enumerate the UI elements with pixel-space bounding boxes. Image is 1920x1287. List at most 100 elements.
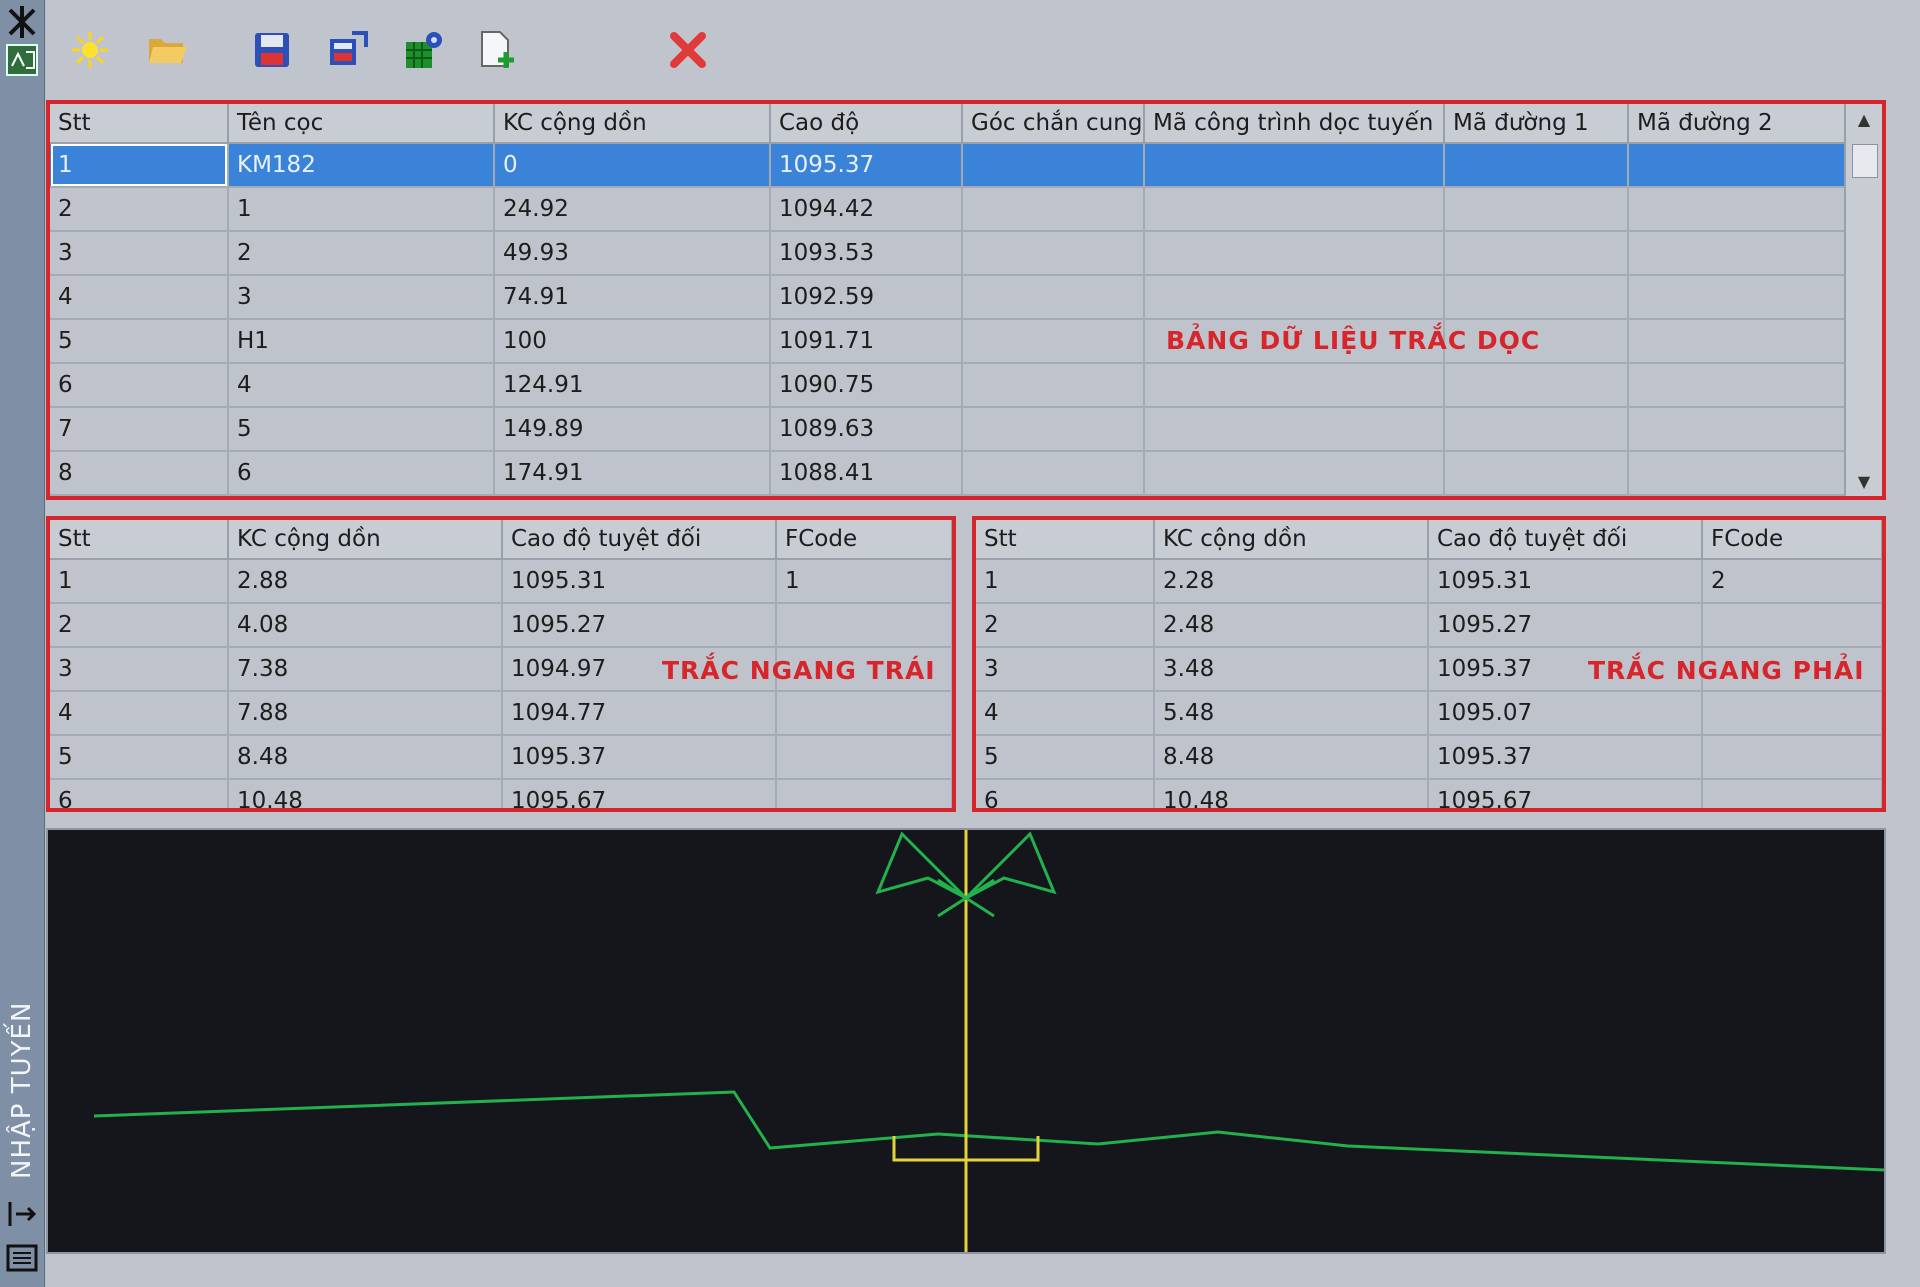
table-cell[interactable] (776, 603, 952, 648)
table-cell[interactable]: 74.91 (494, 275, 771, 320)
table-cell[interactable] (1144, 275, 1445, 320)
left-cross-table-header-3[interactable]: FCode (776, 520, 952, 560)
table-cell[interactable] (1628, 319, 1847, 364)
right-cross-table-header-3[interactable]: FCode (1702, 520, 1882, 560)
table-cell[interactable] (776, 691, 952, 736)
table-cell[interactable]: 1092.59 (770, 275, 963, 320)
table-cell[interactable] (962, 143, 1145, 188)
table-cell[interactable]: 3 (50, 231, 229, 276)
table-row[interactable]: 2 4.08 1095.27 (50, 603, 952, 648)
table-cell[interactable] (1444, 451, 1629, 496)
scroll-thumb[interactable] (1852, 144, 1878, 178)
table-cell[interactable] (1628, 143, 1847, 188)
table-row[interactable]: 5 8.48 1095.37 (976, 735, 1882, 780)
table-cell[interactable]: 7 (50, 407, 229, 452)
app-icon[interactable] (4, 42, 40, 78)
table-cell[interactable]: 6 (50, 779, 229, 808)
table-cell[interactable]: 0 (494, 143, 771, 188)
table-cell[interactable]: 4 (50, 691, 229, 736)
table-row[interactable]: 1 KM182 0 1095.37 (50, 143, 1847, 188)
table-cell[interactable] (962, 231, 1145, 276)
table-cell[interactable]: 5 (50, 735, 229, 780)
table-cell[interactable]: 3 (228, 275, 495, 320)
table-row[interactable]: 2 1 24.92 1094.42 (50, 187, 1847, 232)
profile-table-header-5[interactable]: Mã công trình dọc tuyến (1144, 104, 1445, 144)
table-row[interactable]: 6 10.48 1095.67 (50, 779, 952, 808)
table-cell[interactable]: 1095.67 (502, 779, 777, 808)
table-cell[interactable]: 124.91 (494, 363, 771, 408)
table-cell[interactable]: 1090.75 (770, 363, 963, 408)
table-cell[interactable]: 4 (228, 363, 495, 408)
table-cell[interactable] (1144, 363, 1445, 408)
table-cell[interactable]: 8.48 (228, 735, 503, 780)
table-cell[interactable] (776, 779, 952, 808)
table-cell[interactable]: 5.48 (1154, 691, 1429, 736)
pin-icon[interactable] (4, 4, 40, 40)
table-cell[interactable] (1702, 603, 1882, 648)
table-row[interactable]: 1 2.88 1095.31 1 (50, 559, 952, 604)
table-cell[interactable] (1628, 275, 1847, 320)
table-cell[interactable]: 1095.37 (770, 143, 963, 188)
table-cell[interactable] (962, 319, 1145, 364)
table-cell[interactable]: 24.92 (494, 187, 771, 232)
table-cell[interactable]: 1 (50, 559, 229, 604)
table-cell[interactable]: 1094.42 (770, 187, 963, 232)
table-row[interactable]: 2 2.48 1095.27 (976, 603, 1882, 648)
table-row[interactable]: 6 10.48 1095.67 (976, 779, 1882, 808)
table-row[interactable]: 1 2.28 1095.31 2 (976, 559, 1882, 604)
table-cell[interactable]: 100 (494, 319, 771, 364)
profile-scrollbar[interactable]: ▲ ▼ (1844, 104, 1882, 496)
table-row[interactable]: 5 H1 100 1091.71 (50, 319, 1847, 364)
table-cell[interactable] (1444, 407, 1629, 452)
table-cell[interactable]: 1095.37 (1428, 735, 1703, 780)
table-cell[interactable] (1702, 735, 1882, 780)
table-cell[interactable] (1444, 143, 1629, 188)
table-cell[interactable]: 2.28 (1154, 559, 1429, 604)
table-cell[interactable]: H1 (228, 319, 495, 364)
table-cell[interactable]: 1095.07 (1428, 691, 1703, 736)
save-button[interactable] (248, 26, 296, 74)
table-row[interactable]: 4 5.48 1095.07 (976, 691, 1882, 736)
table-cell[interactable] (1144, 187, 1445, 232)
table-row[interactable]: 8 6 174.91 1088.41 (50, 451, 1847, 496)
table-cell[interactable]: 7.88 (228, 691, 503, 736)
table-cell[interactable]: 2 (228, 231, 495, 276)
table-cell[interactable]: 2 (1702, 559, 1882, 604)
table-cell[interactable]: 2.48 (1154, 603, 1429, 648)
table-cell[interactable]: 8.48 (1154, 735, 1429, 780)
scroll-down-icon[interactable]: ▼ (1846, 466, 1882, 496)
table-cell[interactable]: 6 (228, 451, 495, 496)
new-button[interactable] (66, 26, 114, 74)
table-cell[interactable] (1144, 231, 1445, 276)
table-cell[interactable]: 1093.53 (770, 231, 963, 276)
right-cross-table-header-0[interactable]: Stt (976, 520, 1155, 560)
table-cell[interactable]: KM182 (228, 143, 495, 188)
table-cell[interactable] (1144, 143, 1445, 188)
table-cell[interactable]: 3 (50, 647, 229, 692)
table-cell[interactable]: 1 (976, 559, 1155, 604)
right-cross-table-header-2[interactable]: Cao độ tuyệt đối (1428, 520, 1703, 560)
table-cell[interactable]: 6 (976, 779, 1155, 808)
table-cell[interactable]: 1095.31 (502, 559, 777, 604)
table-cell[interactable]: 1 (776, 559, 952, 604)
table-cell[interactable]: 4 (976, 691, 1155, 736)
table-cell[interactable] (962, 187, 1145, 232)
profile-table-header-0[interactable]: Stt (50, 104, 229, 144)
table-cell[interactable] (1702, 691, 1882, 736)
delete-button[interactable] (664, 26, 712, 74)
table-row[interactable]: 6 4 124.91 1090.75 (50, 363, 1847, 408)
expand-icon[interactable] (4, 1196, 40, 1232)
table-cell[interactable]: 2.88 (228, 559, 503, 604)
table-cell[interactable] (776, 735, 952, 780)
table-cell[interactable] (1628, 407, 1847, 452)
table-cell[interactable] (962, 451, 1145, 496)
table-cell[interactable]: 1089.63 (770, 407, 963, 452)
table-cell[interactable]: 7.38 (228, 647, 503, 692)
table-cell[interactable]: 1091.71 (770, 319, 963, 364)
table-cell[interactable]: 1094.77 (502, 691, 777, 736)
settings-button[interactable] (400, 26, 448, 74)
table-cell[interactable] (1444, 187, 1629, 232)
table-cell[interactable]: 1 (228, 187, 495, 232)
table-cell[interactable]: 6 (50, 363, 229, 408)
table-cell[interactable]: 5 (228, 407, 495, 452)
